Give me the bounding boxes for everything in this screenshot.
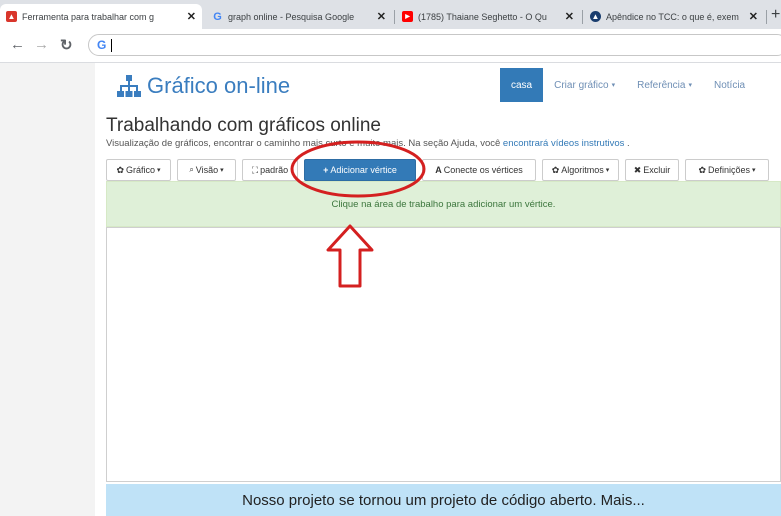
forward-arrow-icon[interactable]: →: [34, 36, 49, 53]
padrao-button[interactable]: ⛶ padrão: [242, 159, 298, 181]
browser-tab-strip: ▲ Ferramenta para trabalhar com g ✕ G gr…: [0, 0, 781, 29]
reload-icon[interactable]: ↻: [60, 36, 73, 54]
tab-title: graph online - Pesquisa Google: [228, 11, 355, 22]
tab-title: Ferramenta para trabalhar com g: [22, 11, 155, 22]
close-icon[interactable]: ✕: [187, 10, 196, 23]
tab-divider: [582, 10, 583, 24]
address-bar[interactable]: G: [88, 34, 781, 56]
plus-icon: +: [323, 165, 329, 175]
tab-google-search[interactable]: G graph online - Pesquisa Google ✕: [206, 4, 392, 29]
button-label: Conecte os vértices: [443, 165, 523, 175]
tab-divider: [766, 10, 767, 24]
tab-title: (1785) Thaiane Seghetto - O Qu: [418, 11, 547, 22]
tab-youtube[interactable]: ▶ (1785) Thaiane Seghetto - O Qu ✕: [396, 4, 580, 29]
button-label: Definições: [708, 165, 751, 175]
excluir-button[interactable]: ✖ Excluir: [625, 159, 679, 181]
nav-label: Criar gráfico: [554, 79, 609, 91]
page-description: Visualização de gráficos, encontrar o ca…: [106, 138, 630, 149]
youtube-icon: ▶: [402, 11, 413, 22]
nav-item-referencia[interactable]: Referência ▾: [626, 68, 703, 102]
google-icon: G: [213, 10, 222, 23]
caret-down-icon: ▾: [688, 82, 692, 89]
caret-down-icon: ▾: [157, 167, 161, 174]
button-label: padrão: [260, 165, 289, 175]
button-label: Algoritmos: [561, 165, 604, 175]
graph-online-favicon-icon: ▲: [6, 11, 17, 22]
button-label: Excluir: [643, 165, 671, 175]
connect-icon: A: [435, 165, 442, 175]
mortarboard-icon: ▲: [590, 11, 601, 22]
brand-title: Gráfico on-line: [147, 73, 291, 98]
help-videos-link[interactable]: encontrará vídeos instrutivos: [503, 138, 624, 149]
page-title: Trabalhando com gráficos online: [106, 115, 381, 136]
tab-graph-online[interactable]: ▲ Ferramenta para trabalhar com g ✕: [0, 4, 202, 29]
banner-text: Nosso projeto se tornou um projeto de có…: [242, 491, 645, 509]
button-label: Gráfico: [126, 165, 156, 175]
description-end: .: [624, 138, 630, 149]
description-text: Visualização de gráficos, encontrar o ca…: [106, 138, 503, 149]
nav-label: Referência: [637, 79, 686, 91]
nav-label: casa: [511, 79, 533, 91]
graph-canvas[interactable]: [106, 227, 781, 482]
caret-down-icon: ▾: [752, 167, 756, 174]
page-background: Gráfico on-line casa Criar gráfico ▾ Ref…: [0, 63, 781, 516]
grafico-menu-button[interactable]: ✿ Gráfico ▾: [106, 159, 171, 181]
graph-logo-icon: [117, 75, 141, 97]
google-icon: G: [97, 38, 107, 52]
gear-icon: ✿: [698, 164, 706, 175]
tab-title: Apêndice no TCC: o que é, exem: [606, 11, 739, 22]
gear-icon: ✿: [551, 164, 560, 175]
alert-text: Clique na área de trabalho para adiciona…: [331, 198, 556, 210]
instruction-alert: Clique na área de trabalho para adiciona…: [106, 181, 781, 227]
top-nav: casa Criar gráfico ▾ Referência ▾ Notíci…: [500, 68, 756, 102]
site-brand[interactable]: Gráfico on-line: [117, 73, 290, 99]
text-cursor: [111, 39, 112, 52]
visao-menu-button[interactable]: ⌕ Visão ▾: [177, 159, 236, 181]
new-tab-button[interactable]: +: [771, 6, 780, 24]
tab-divider: [394, 10, 395, 24]
algoritmos-menu-button[interactable]: ✿ Algoritmos ▾: [542, 159, 619, 181]
zoom-icon: ⌕: [189, 165, 194, 174]
button-label: Adicionar vértice: [330, 165, 397, 175]
gear-icon: ✿: [116, 164, 124, 175]
button-label: Visão: [195, 165, 219, 175]
nav-item-casa[interactable]: casa: [500, 68, 544, 102]
back-arrow-icon[interactable]: ←: [10, 36, 25, 53]
main-container: Gráfico on-line casa Criar gráfico ▾ Ref…: [95, 63, 781, 516]
browser-toolbar: ← → ↻ G: [0, 29, 781, 63]
caret-down-icon: ▾: [605, 167, 610, 174]
tab-apendice-tcc[interactable]: ▲ Apêndice no TCC: o que é, exem ✕: [584, 4, 764, 29]
connect-vertices-button[interactable]: A Conecte os vértices: [422, 159, 536, 181]
close-icon[interactable]: ✕: [749, 10, 758, 23]
delete-icon: ✖: [633, 164, 642, 175]
close-icon[interactable]: ✕: [377, 10, 386, 23]
add-vertex-button[interactable]: + Adicionar vértice: [304, 159, 416, 181]
nav-label: Notícia: [713, 79, 746, 91]
caret-down-icon: ▾: [611, 82, 616, 89]
expand-icon: ⛶: [251, 164, 259, 175]
definicoes-menu-button[interactable]: ✿ Definições ▾: [685, 159, 769, 181]
open-source-banner[interactable]: Nosso projeto se tornou um projeto de có…: [106, 484, 781, 516]
nav-item-criar-grafico[interactable]: Criar gráfico ▾: [543, 68, 626, 102]
nav-item-noticia[interactable]: Notícia: [703, 68, 756, 102]
close-icon[interactable]: ✕: [565, 10, 574, 23]
caret-down-icon: ▾: [220, 167, 224, 174]
